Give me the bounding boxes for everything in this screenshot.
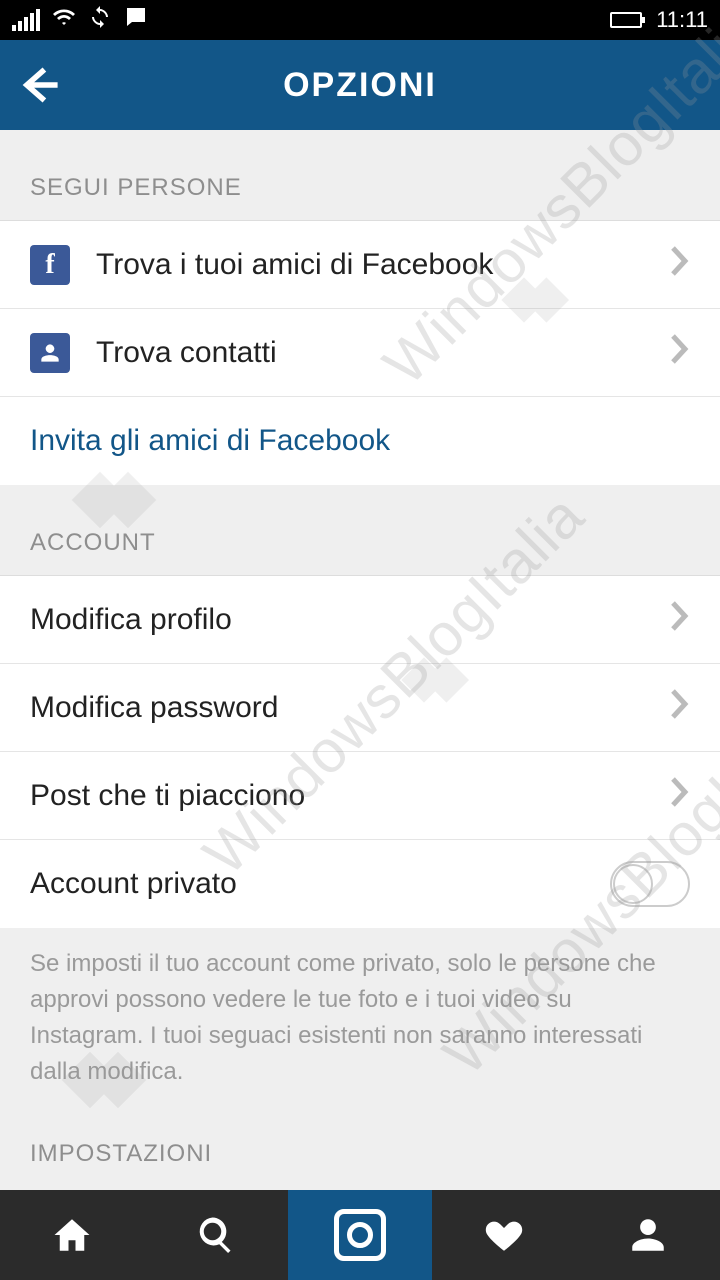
nav-home[interactable] [0,1190,144,1280]
liked-posts[interactable]: Post che ti piacciono [0,752,720,840]
section-header-follow: SEGUI PERSONE [0,130,720,220]
wifi-icon [52,5,76,35]
edit-profile[interactable]: Modifica profilo [0,576,720,664]
item-label: Trova i tuoi amici di Facebook [96,248,668,282]
find-facebook-friends[interactable]: f Trova i tuoi amici di Facebook [0,221,720,309]
contacts-icon [30,333,70,373]
nav-profile[interactable] [576,1190,720,1280]
nav-camera[interactable] [288,1190,432,1280]
chevron-right-icon [668,687,690,729]
camera-icon [334,1209,386,1261]
bottom-nav [0,1190,720,1280]
private-account-footnote: Se imposti il tuo account come privato, … [0,928,720,1120]
clock: 11:11 [656,7,708,33]
nav-activity[interactable] [432,1190,576,1280]
invite-facebook-friends[interactable]: Invita gli amici di Facebook [0,397,720,485]
change-password[interactable]: Modifica password [0,664,720,752]
find-contacts[interactable]: Trova contatti [0,309,720,397]
section-header-settings: IMPOSTAZIONI [0,1120,720,1186]
status-bar: 11:11 [0,0,720,40]
section-header-account: ACCOUNT [0,485,720,575]
item-label: Trova contatti [96,336,668,370]
facebook-icon: f [30,245,70,285]
chevron-right-icon [668,332,690,374]
battery-icon [610,12,642,28]
item-label: Modifica profilo [30,603,668,637]
message-icon [124,5,148,35]
signal-icon [12,9,40,31]
app-header: OPZIONI [0,40,720,130]
item-label: Modifica password [30,691,668,725]
chevron-right-icon [668,244,690,286]
item-label: Post che ti piacciono [30,779,668,813]
private-account-toggle[interactable] [610,861,690,907]
chevron-right-icon [668,599,690,641]
item-label: Account privato [30,867,610,901]
private-account-row: Account privato [0,840,720,928]
content-scroll[interactable]: SEGUI PERSONE f Trova i tuoi amici di Fa… [0,130,720,1190]
sync-icon [88,5,112,35]
chevron-right-icon [668,775,690,817]
page-title: OPZIONI [0,66,720,105]
nav-search[interactable] [144,1190,288,1280]
item-label: Invita gli amici di Facebook [30,424,690,458]
